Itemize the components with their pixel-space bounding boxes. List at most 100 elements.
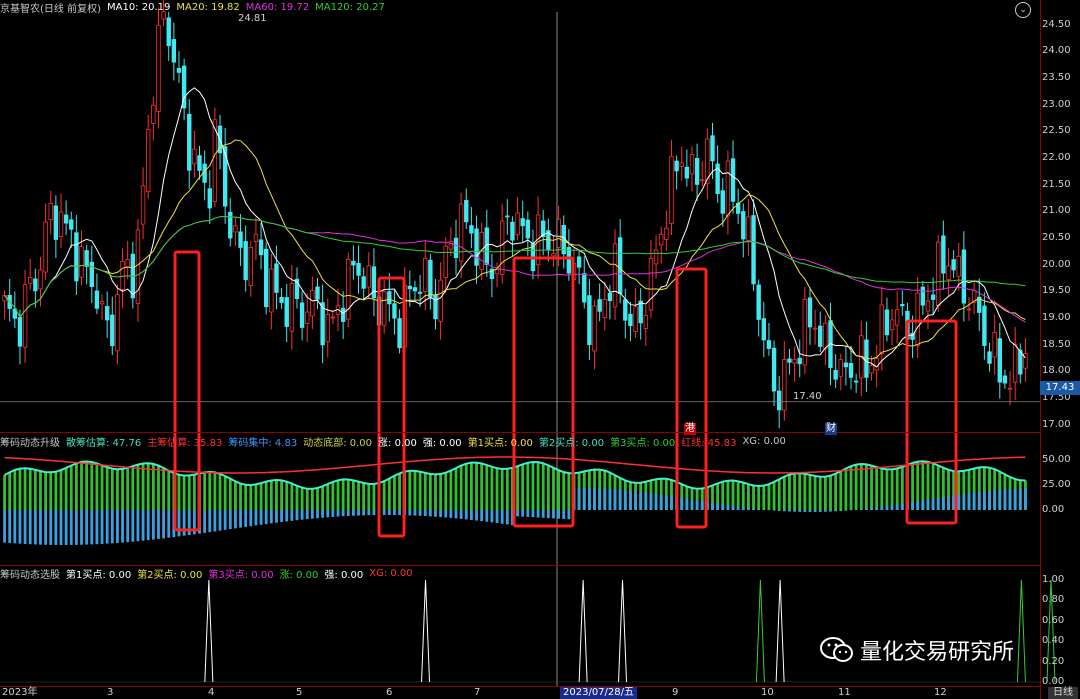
candle-body xyxy=(720,190,725,214)
candle-body xyxy=(1012,343,1018,383)
indicator1-header: 筹码动态升级 散筹估算: 47.76 主筹估算: 35.83 筹码集中: 4.83 动态… xyxy=(0,435,786,449)
candle-body xyxy=(1007,387,1013,390)
candle-88 xyxy=(453,219,459,275)
candle-166 xyxy=(853,373,859,393)
candle-body xyxy=(515,212,520,236)
candle-121 xyxy=(623,288,628,339)
candle-body xyxy=(320,302,325,346)
price-tick-9: 20.00 xyxy=(1042,258,1071,270)
candle-body xyxy=(115,294,120,352)
candle-29 xyxy=(151,96,156,141)
candle-96 xyxy=(494,262,500,288)
month-label-7: 9 xyxy=(672,687,679,698)
price-tick-6: 21.50 xyxy=(1042,178,1071,190)
candle-body xyxy=(643,315,649,329)
candle-body xyxy=(171,39,177,63)
candle-148 xyxy=(761,302,767,358)
period-button[interactable]: 日线 xyxy=(1048,687,1078,699)
candle-89 xyxy=(458,192,464,279)
candle-69 xyxy=(356,245,361,294)
ind2-item-5: 强: 0.00 xyxy=(324,569,364,581)
candle-body xyxy=(679,162,684,167)
candle-body xyxy=(782,359,787,411)
candle-body xyxy=(233,225,238,233)
price-tick-12: 18.50 xyxy=(1042,338,1071,350)
candle-body xyxy=(920,286,926,306)
candle-30 xyxy=(156,7,161,129)
candle-body xyxy=(263,248,269,308)
candle-body xyxy=(982,305,987,346)
candle-body xyxy=(371,266,377,299)
candle-145 xyxy=(746,199,751,256)
ind2-tick-3: 0.40 xyxy=(1042,635,1065,647)
candle-body xyxy=(602,299,607,319)
price-tick-11: 19.00 xyxy=(1042,312,1071,323)
candle-132 xyxy=(679,146,684,181)
candle-body xyxy=(340,307,346,322)
candle-154 xyxy=(792,346,797,382)
chart-canvas[interactable] xyxy=(0,0,1080,699)
settings-icon[interactable]: ⌄ xyxy=(1015,2,1031,18)
ind2-item-3: 第3买点: 0.00 xyxy=(208,569,274,581)
ind1-tick-2: 0.00 xyxy=(1042,504,1065,515)
candle-body xyxy=(325,314,330,343)
candle-182 xyxy=(936,235,941,312)
candle-116 xyxy=(597,283,602,322)
candle-body xyxy=(94,290,100,309)
watermark-text: 量化交易研究所 xyxy=(860,640,1015,665)
candle-body xyxy=(69,219,74,230)
candle-10 xyxy=(53,195,59,258)
candle-body xyxy=(617,237,623,294)
candle-18 xyxy=(94,273,100,315)
candle-128 xyxy=(659,226,664,264)
candle-84 xyxy=(433,279,438,330)
candle-body xyxy=(58,211,64,238)
current-price-tag: 17.43 xyxy=(1040,381,1080,395)
candle-27 xyxy=(140,167,146,240)
candle-body xyxy=(582,273,587,303)
candle-160 xyxy=(823,314,828,366)
candle-body xyxy=(946,265,951,280)
candle-body xyxy=(243,241,248,281)
candle-body xyxy=(674,160,679,172)
candle-126 xyxy=(648,240,654,318)
candle-body xyxy=(279,296,284,303)
candle-body xyxy=(961,249,967,304)
candle-175 xyxy=(900,290,905,316)
candle-28 xyxy=(146,114,151,199)
candle-body xyxy=(684,166,690,179)
ind2-tick-4: 0.20 xyxy=(1042,655,1065,667)
candle-20 xyxy=(104,291,110,338)
candle-body xyxy=(879,304,884,355)
candle-17 xyxy=(89,245,94,304)
candle-body xyxy=(187,113,192,171)
candle-48 xyxy=(248,241,254,297)
candle-body xyxy=(222,146,228,207)
candle-188 xyxy=(966,296,972,321)
candle-123 xyxy=(633,288,638,338)
candle-9 xyxy=(48,190,53,235)
candle-23 xyxy=(120,248,125,309)
candle-24 xyxy=(125,240,130,280)
candle-body xyxy=(966,308,972,311)
candle-body xyxy=(417,291,423,294)
candle-body xyxy=(356,262,361,276)
candle-body xyxy=(458,203,464,262)
candle-body xyxy=(689,154,695,175)
candle-body xyxy=(407,285,413,290)
candle-35 xyxy=(181,58,187,121)
candle-body xyxy=(746,216,751,241)
candle-body xyxy=(700,179,705,182)
candle-37 xyxy=(192,130,197,178)
panel-separator-3 xyxy=(0,686,1040,687)
candle-body xyxy=(843,362,849,368)
candle-body xyxy=(423,257,428,293)
candle-112 xyxy=(576,249,582,285)
candle-185 xyxy=(951,250,956,278)
candle-183 xyxy=(941,220,946,290)
candle-body xyxy=(659,233,664,246)
candle-body xyxy=(941,235,946,274)
candle-body xyxy=(151,104,156,124)
right-axis-separator xyxy=(1040,0,1041,699)
month-label-3: 5 xyxy=(296,687,303,698)
